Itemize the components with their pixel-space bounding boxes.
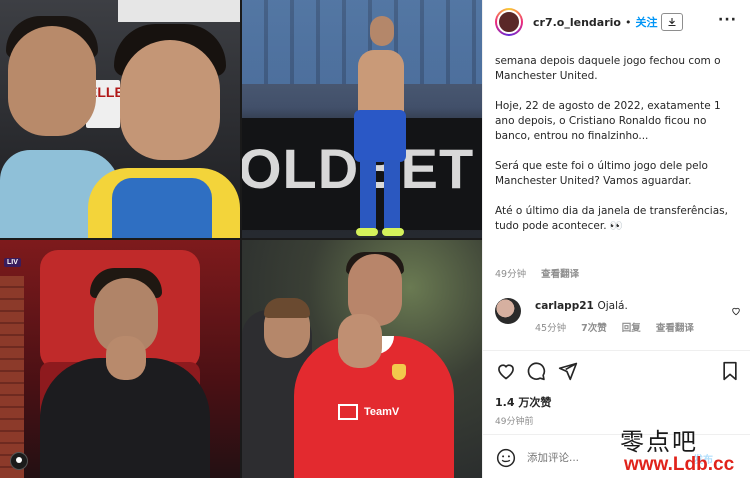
player-leg xyxy=(384,160,400,232)
club-crest xyxy=(392,364,406,380)
caption-paragraph: Até o último dia da janela de transferên… xyxy=(495,205,728,232)
clapping-hands xyxy=(338,314,382,368)
comment-time: 45分钟 xyxy=(535,323,567,334)
share-icon[interactable] xyxy=(557,360,579,382)
boot xyxy=(356,228,378,236)
emoji-icon[interactable] xyxy=(495,447,517,469)
caption-paragraph: Hoje, 22 de agosto de 2022, exatamente 1… xyxy=(495,100,721,142)
player-leg xyxy=(360,160,376,232)
caption-paragraph: semana depois daquele jogo fechou com o … xyxy=(495,55,721,82)
live-badge: LIV xyxy=(4,258,21,267)
divider xyxy=(483,434,750,435)
post-timestamp: 49分钟前 xyxy=(495,417,534,427)
comment-likes[interactable]: 7次赞 xyxy=(581,323,607,334)
post-actions xyxy=(495,360,741,384)
brick-wall xyxy=(0,276,24,478)
referee-hair xyxy=(264,298,310,318)
player-head xyxy=(370,16,394,46)
comment-icon[interactable] xyxy=(525,360,547,382)
follow-button[interactable]: 关注 xyxy=(635,14,657,30)
reply-button[interactable]: 回复 xyxy=(622,323,641,334)
post-sidebar: cr7.o_lendario • 关注 ··· semana depois da… xyxy=(482,0,750,478)
caption-paragraph: Será que este foi o último jogo dele pel… xyxy=(495,160,708,187)
comment-composer: 发布 xyxy=(495,446,741,470)
photo-applause: TeamV xyxy=(242,240,482,478)
comment-text: Ojalá. xyxy=(597,300,628,312)
comment-input[interactable] xyxy=(527,452,647,464)
post-caption: semana depois daquele jogo fechou com o … xyxy=(495,54,731,234)
heart-icon[interactable] xyxy=(495,360,517,382)
post-header: cr7.o_lendario • 关注 ··· xyxy=(483,0,750,44)
bookmark-icon[interactable] xyxy=(719,360,741,382)
caption-meta: 49分钟 查看翻译 xyxy=(495,266,591,280)
sponsor-logo xyxy=(338,404,358,420)
boot xyxy=(382,228,404,236)
username-link[interactable]: cr7.o_lendario xyxy=(533,16,621,29)
like-count[interactable]: 1.4 万次赞 xyxy=(495,394,551,410)
caption-time: 49分钟 xyxy=(495,269,527,280)
commenter-username[interactable]: carlapp21 xyxy=(535,300,594,312)
commenter-avatar[interactable] xyxy=(495,298,521,324)
more-options-icon[interactable]: ··· xyxy=(718,12,737,28)
sign-bar xyxy=(118,0,240,22)
player-face xyxy=(120,40,220,160)
download-icon[interactable] xyxy=(661,13,684,31)
post-comment-button[interactable]: 发布 xyxy=(693,451,713,466)
player-shorts xyxy=(354,110,406,162)
sponsor-text: TeamV xyxy=(364,406,400,418)
comment-line: carlapp21 Ojalá. xyxy=(535,300,628,312)
photo-bench-players: ELLE xyxy=(0,0,240,238)
separator-dot: • xyxy=(624,15,632,29)
player-face xyxy=(8,26,96,136)
comment-item: carlapp21 Ojalá. 45分钟 7次赞 回复 查看翻译 xyxy=(495,298,741,338)
post-image-collage[interactable]: ELLE OLDBET LIV TeamV xyxy=(0,0,482,478)
comment-translate-link[interactable]: 查看翻译 xyxy=(656,323,694,334)
tagged-user-icon[interactable] xyxy=(10,452,28,470)
translate-link[interactable]: 查看翻译 xyxy=(541,269,579,280)
divider xyxy=(483,350,750,351)
photo-bench-thinking: LIV xyxy=(0,240,240,478)
user-avatar[interactable] xyxy=(495,8,523,36)
player-kit xyxy=(88,168,240,238)
player-hand xyxy=(106,336,146,380)
comment-meta: 45分钟 7次赞 回复 查看翻译 xyxy=(535,320,706,334)
photo-celebration: OLDBET xyxy=(242,0,482,238)
comment-heart-icon[interactable] xyxy=(731,306,741,319)
